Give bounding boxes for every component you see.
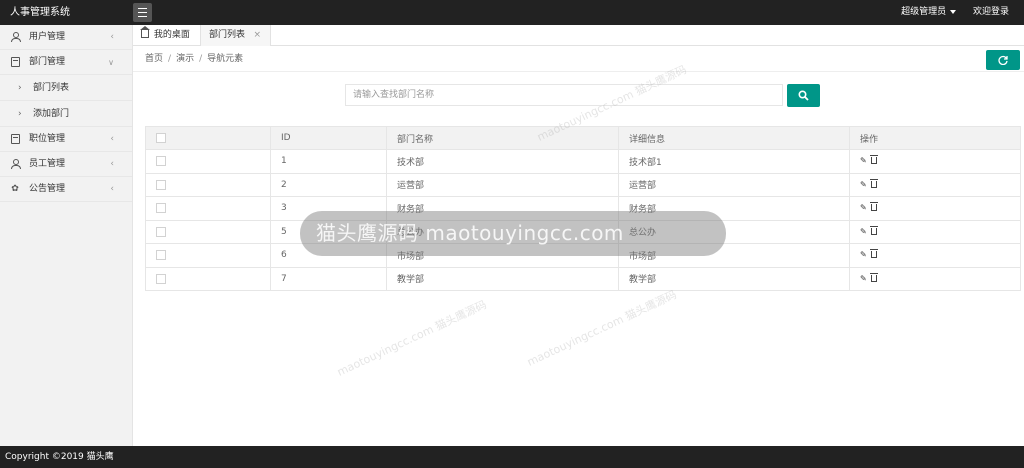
hamburger-icon-line [138, 12, 147, 13]
row-checkbox[interactable] [156, 203, 166, 213]
delete-icon[interactable] [869, 202, 878, 212]
admin-dropdown[interactable]: 超级管理员 [901, 7, 957, 17]
tab-bar: 我的桌面 部门列表 × [133, 25, 1024, 46]
chevron-right-icon: › [18, 109, 22, 119]
breadcrumb: 首页 / 演示 / 导航元素 [145, 54, 244, 64]
department-search-input[interactable] [345, 84, 783, 106]
sidebar-item-staff-management[interactable]: 员工管理 ‹ [0, 152, 132, 177]
cell-name: 教学部 [386, 266, 619, 291]
footer: Copyright ©2019 猫头鹰 [0, 446, 1024, 468]
row-checkbox[interactable] [156, 156, 166, 166]
sidebar-item-label: 职位管理 [29, 134, 66, 144]
select-all-checkbox[interactable] [156, 132, 166, 143]
row-checkbox[interactable] [156, 179, 166, 190]
hamburger-icon-line [138, 8, 147, 9]
notice-icon: ✿ [11, 184, 19, 194]
row-checkbox[interactable] [156, 273, 166, 284]
department-table: ID 部门名称 详细信息 操作 1 技术部 技术部1 ✎ 2 运营部 运营部 ✎… [145, 126, 1021, 291]
cell-detail: 教学部 [618, 266, 850, 291]
department-icon [10, 57, 20, 67]
sidebar-item-label: 部门管理 [29, 57, 66, 67]
sidebar-item-label: 员工管理 [29, 159, 66, 169]
table-row: 1 技术部 技术部1 ✎ [145, 149, 1021, 174]
tab-label: 我的桌面 [153, 30, 190, 40]
column-header-id: ID [270, 126, 387, 150]
refresh-icon [998, 55, 1008, 65]
column-header-actions: 操作 [849, 126, 1021, 150]
table-row: 2 运营部 运营部 ✎ [145, 172, 1021, 197]
breadcrumb-item-home[interactable]: 首页 [145, 54, 163, 64]
position-icon [10, 134, 20, 144]
watermark-faint: maotouyingcc.com 猫头鹰源码 [335, 298, 489, 379]
chevron-left-icon: ‹ [110, 32, 114, 42]
admin-label: 超级管理员 [901, 7, 947, 17]
chevron-left-icon: ‹ [110, 184, 114, 194]
staff-icon [10, 159, 21, 169]
breadcrumb-item-current: 导航元素 [207, 54, 244, 64]
close-icon[interactable]: × [253, 25, 261, 46]
watermark-faint: maotouyingcc.com 猫头鹰源码 [525, 288, 679, 369]
sidebar-subitem-label: 添加部门 [33, 109, 70, 119]
sidebar-item-label: 用户管理 [29, 32, 66, 42]
select-all-cell [145, 126, 271, 150]
sidebar-subitem-label: 部门列表 [33, 83, 70, 93]
edit-icon[interactable]: ✎ [860, 156, 867, 165]
column-header-detail: 详细信息 [618, 126, 850, 150]
table-row: 7 教学部 教学部 ✎ [145, 266, 1021, 291]
sidebar-item-department-management[interactable]: 部门管理 ∨ [0, 50, 132, 75]
cell-name: 技术部 [386, 149, 619, 174]
chevron-down-icon: ∨ [108, 58, 114, 67]
breadcrumb-item-demo[interactable]: 演示 [176, 54, 194, 64]
edit-icon[interactable]: ✎ [860, 250, 867, 259]
delete-icon[interactable] [869, 225, 878, 235]
delete-icon[interactable] [869, 178, 878, 188]
tab-label: 部门列表 [209, 30, 246, 40]
hamburger-icon-line [138, 16, 147, 17]
user-icon [10, 32, 21, 42]
welcome-login-link[interactable]: 欢迎登录 [973, 7, 1009, 17]
row-checkbox[interactable] [156, 250, 166, 260]
cell-id: 2 [270, 172, 387, 197]
cell-name: 运营部 [386, 172, 619, 197]
menu-toggle-button[interactable] [133, 3, 152, 22]
sidebar-subitem-add-department[interactable]: › 添加部门 [0, 101, 132, 127]
chevron-left-icon: ‹ [110, 159, 114, 169]
chevron-right-icon: › [18, 83, 22, 93]
cell-id: 7 [270, 266, 387, 291]
cell-id: 1 [270, 149, 387, 174]
header-user-area: 超级管理员 欢迎登录 [901, 0, 1009, 25]
breadcrumb-divider [133, 71, 1024, 72]
sidebar: 用户管理 ‹ 部门管理 ∨ › 部门列表 › 添加部门 职位管理 ‹ 员工管理 … [0, 25, 133, 446]
search-icon [798, 90, 809, 101]
app-logo[interactable]: 人事管理系统 [10, 0, 70, 25]
edit-icon[interactable]: ✎ [860, 274, 867, 283]
sidebar-item-notice-management[interactable]: ✿ 公告管理 ‹ [0, 177, 132, 202]
refresh-button[interactable] [986, 50, 1020, 70]
chevron-left-icon: ‹ [110, 134, 114, 144]
edit-icon[interactable]: ✎ [860, 227, 867, 236]
tab-my-desktop[interactable]: 我的桌面 [133, 25, 201, 46]
home-icon [140, 26, 150, 38]
sidebar-item-position-management[interactable]: 职位管理 ‹ [0, 127, 132, 152]
top-header: 人事管理系统 超级管理员 欢迎登录 [0, 0, 1024, 25]
table-header-row: ID 部门名称 详细信息 操作 [145, 126, 1021, 150]
tab-department-list[interactable]: 部门列表 × [201, 25, 271, 46]
cell-detail: 技术部1 [618, 149, 850, 174]
sidebar-item-user-management[interactable]: 用户管理 ‹ [0, 25, 132, 50]
footer-copyright: Copyright ©2019 猫头鹰 [5, 452, 114, 462]
edit-icon[interactable]: ✎ [860, 203, 867, 212]
watermark-text: 猫头鹰源码 maotouyingcc.com [316, 221, 624, 245]
row-checkbox[interactable] [156, 226, 166, 237]
sidebar-item-label: 公告管理 [29, 184, 66, 194]
caret-down-icon [950, 9, 957, 14]
column-header-name: 部门名称 [386, 126, 619, 150]
delete-icon[interactable] [869, 249, 878, 259]
edit-icon[interactable]: ✎ [860, 180, 867, 189]
cell-detail: 运营部 [618, 172, 850, 197]
sidebar-subitem-department-list[interactable]: › 部门列表 [0, 75, 132, 101]
search-button[interactable] [787, 84, 820, 107]
delete-icon[interactable] [869, 272, 878, 282]
delete-icon[interactable] [869, 155, 878, 165]
